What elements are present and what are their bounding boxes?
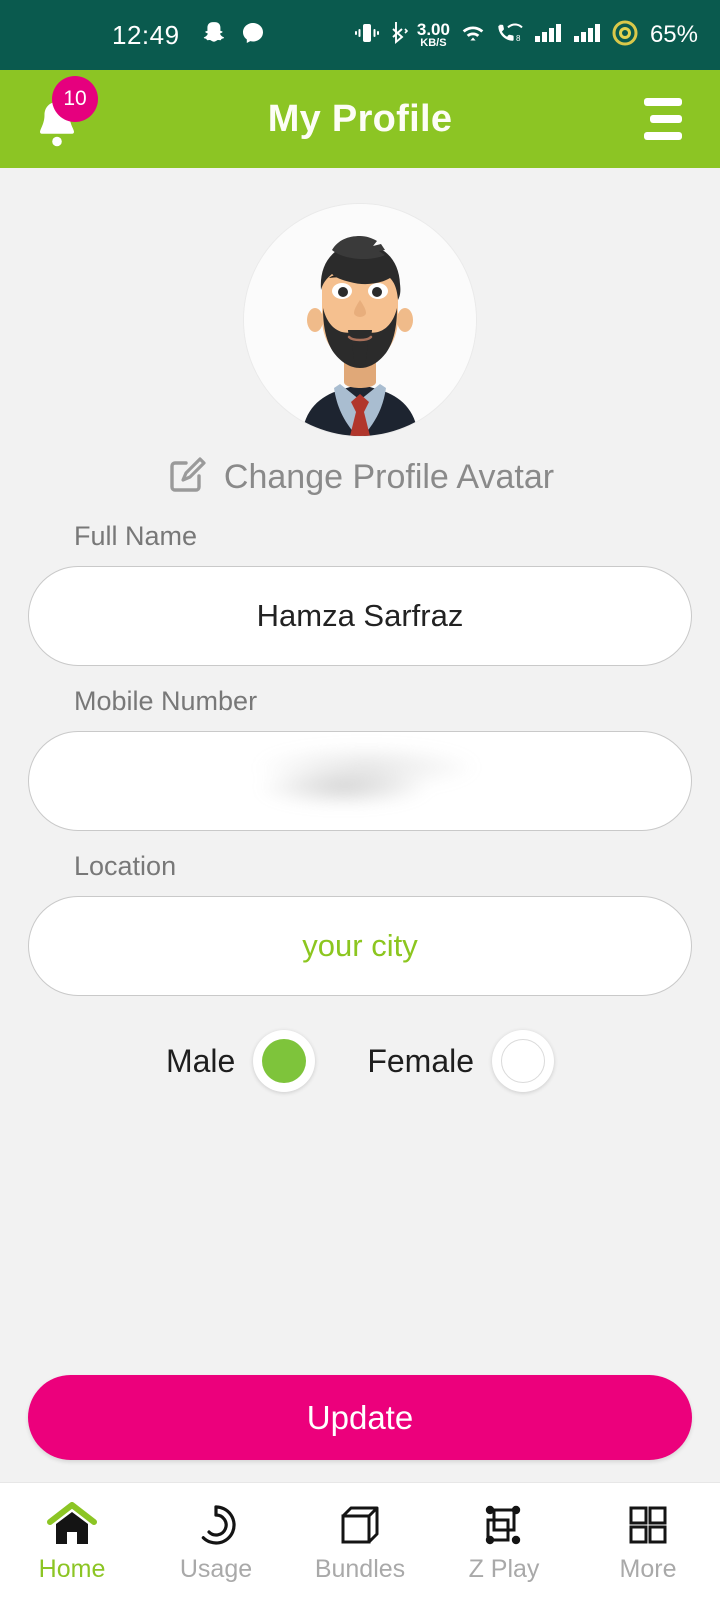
status-bar: 12:49 3.00 KB/S 8 65% (0, 0, 720, 70)
bluetooth-icon (388, 20, 408, 51)
radio-female[interactable] (492, 1030, 555, 1092)
nav-label-home: Home (38, 1554, 106, 1583)
female-label: Female (367, 1042, 475, 1079)
bottom-navigation: Home Usage Bundles Z Play More (0, 1482, 720, 1600)
mobile-number-label: Mobile Number (74, 686, 258, 716)
battery-percentage: 65% (649, 21, 698, 48)
usage-donut-icon (193, 1500, 239, 1548)
signal-bars-sim2-icon (572, 20, 602, 51)
hamburger-menu-icon[interactable] (644, 98, 682, 140)
wifi-icon (459, 20, 487, 51)
signal-bars-sim1-icon (533, 20, 563, 51)
male-label: Male (165, 1042, 236, 1079)
change-avatar-button[interactable]: Change Profile Avatar (28, 454, 692, 501)
cube-box-icon (337, 1500, 383, 1548)
avatar[interactable] (244, 204, 476, 436)
redacted-value (195, 738, 525, 824)
vibrate-icon (354, 20, 379, 51)
radio-male[interactable] (253, 1030, 316, 1092)
nav-label-bundles: Bundles (314, 1554, 406, 1583)
field-mobile-number: Mobile Number (28, 686, 692, 831)
nav-item-home[interactable]: Home (0, 1500, 144, 1584)
status-bar-system-icons: 3.00 KB/S 8 65% (354, 19, 698, 52)
nav-label-usage: Usage (179, 1554, 253, 1583)
page-title: My Profile (267, 97, 453, 140)
data-rate-value: 3.00 (416, 20, 450, 39)
gender-selector: Male Female (28, 1030, 692, 1092)
update-button[interactable]: Update (28, 1375, 692, 1460)
data-rate-indicator: 3.00 KB/S (417, 21, 450, 49)
app-bar: 10 My Profile (0, 70, 720, 168)
change-avatar-label: Change Profile Avatar (223, 458, 555, 496)
full-name-label: Full Name (74, 521, 198, 551)
nav-label-more: More (619, 1554, 677, 1583)
nav-item-usage[interactable]: Usage (144, 1500, 288, 1584)
edit-pencil-square-icon (166, 454, 208, 501)
location-input[interactable]: your city (28, 896, 692, 996)
nav-item-bundles[interactable]: Bundles (288, 1500, 432, 1584)
mobile-number-input[interactable] (28, 731, 692, 831)
app-screen: 12:49 3.00 KB/S 8 65% 10 My Profile Chan… (0, 0, 720, 1600)
nav-item-more[interactable]: More (576, 1500, 720, 1584)
location-label: Location (74, 851, 177, 881)
svg-text:8: 8 (516, 34, 521, 43)
messenger-icon (241, 21, 265, 50)
data-rate-unit: KB/S (420, 37, 447, 49)
field-full-name: Full Name Hamza Sarfraz (28, 521, 692, 666)
nav-item-z-play[interactable]: Z Play (432, 1500, 576, 1584)
nav-label-z-play: Z Play (468, 1554, 540, 1583)
call-wifi-icon: 8 (496, 20, 524, 51)
snapchat-icon (202, 20, 228, 51)
profile-content: Change Profile Avatar Full Name Hamza Sa… (0, 204, 720, 1092)
status-bar-clock: 12:49 (112, 19, 180, 50)
field-location: Location your city (28, 851, 692, 996)
home-icon (47, 1500, 97, 1548)
status-bar-notification-icons (202, 20, 265, 51)
full-name-input[interactable]: Hamza Sarfraz (28, 566, 692, 666)
z-play-transform-icon (480, 1500, 528, 1548)
battery-icon (611, 19, 639, 52)
user-avatar-illustration (244, 204, 476, 436)
grid-more-icon (625, 1500, 671, 1548)
